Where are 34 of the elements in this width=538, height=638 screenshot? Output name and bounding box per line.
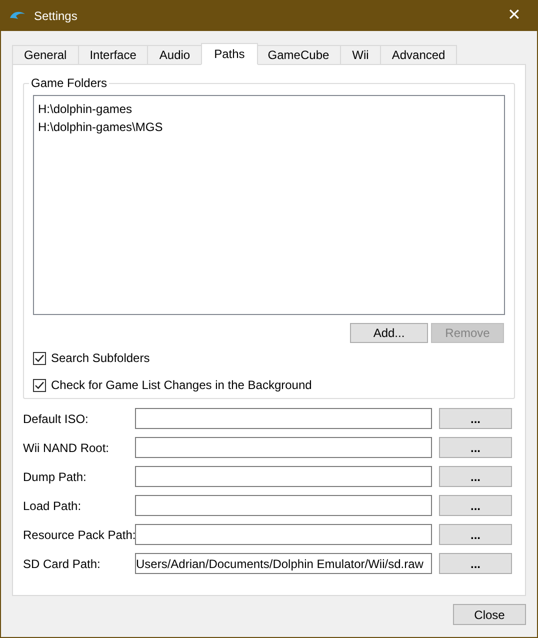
folder-button[interactable]: Add... [350, 323, 428, 343]
group-title: Game Folders [30, 75, 108, 92]
folder-list[interactable]: H:\dolphin-games H:\dolphin-games\MGS [33, 95, 505, 315]
tab[interactable]: General [12, 45, 79, 65]
close-button[interactable]: Close [453, 604, 526, 625]
path-field[interactable] [135, 437, 432, 458]
checkbox[interactable] [33, 352, 46, 364]
path-field[interactable] [135, 524, 432, 545]
close-button[interactable]: ✕ [491, 1, 537, 31]
checkbox-label: Search Subfolders [51, 350, 150, 367]
browse-button[interactable]: ... [439, 495, 512, 516]
tab[interactable]: Paths [201, 43, 258, 65]
folder-item[interactable]: H:\dolphin-games\MGS [38, 118, 163, 136]
path-label: Resource Pack Path: [23, 526, 135, 544]
checkbox-label: Check for Game List Changes in the Background [51, 377, 312, 394]
folder-item[interactable]: H:\dolphin-games [38, 100, 132, 118]
browse-button[interactable]: ... [439, 437, 512, 458]
path-label: SD Card Path: [23, 556, 102, 572]
path-label: Load Path: [23, 498, 82, 514]
path-label: Wii NAND Root: [23, 440, 110, 456]
tab[interactable]: Advanced [380, 45, 458, 65]
path-field[interactable] [135, 495, 432, 516]
browse-button[interactable]: ... [439, 553, 512, 574]
browse-button[interactable]: ... [439, 466, 512, 487]
path-label: Dump Path: [23, 468, 88, 486]
browse-button[interactable]: ... [439, 524, 512, 545]
browse-button[interactable]: ... [439, 408, 512, 429]
path-label: Default ISO: [23, 410, 90, 428]
path-field[interactable] [135, 408, 432, 429]
checkbox[interactable] [33, 378, 46, 392]
path-field[interactable]: Users/Adrian/Documents/Dolphin Emulator/Wii/sd.raw [135, 553, 432, 574]
window-title: Settings [34, 8, 78, 25]
dolphin-icon [9, 10, 26, 22]
path-field[interactable] [135, 466, 432, 487]
